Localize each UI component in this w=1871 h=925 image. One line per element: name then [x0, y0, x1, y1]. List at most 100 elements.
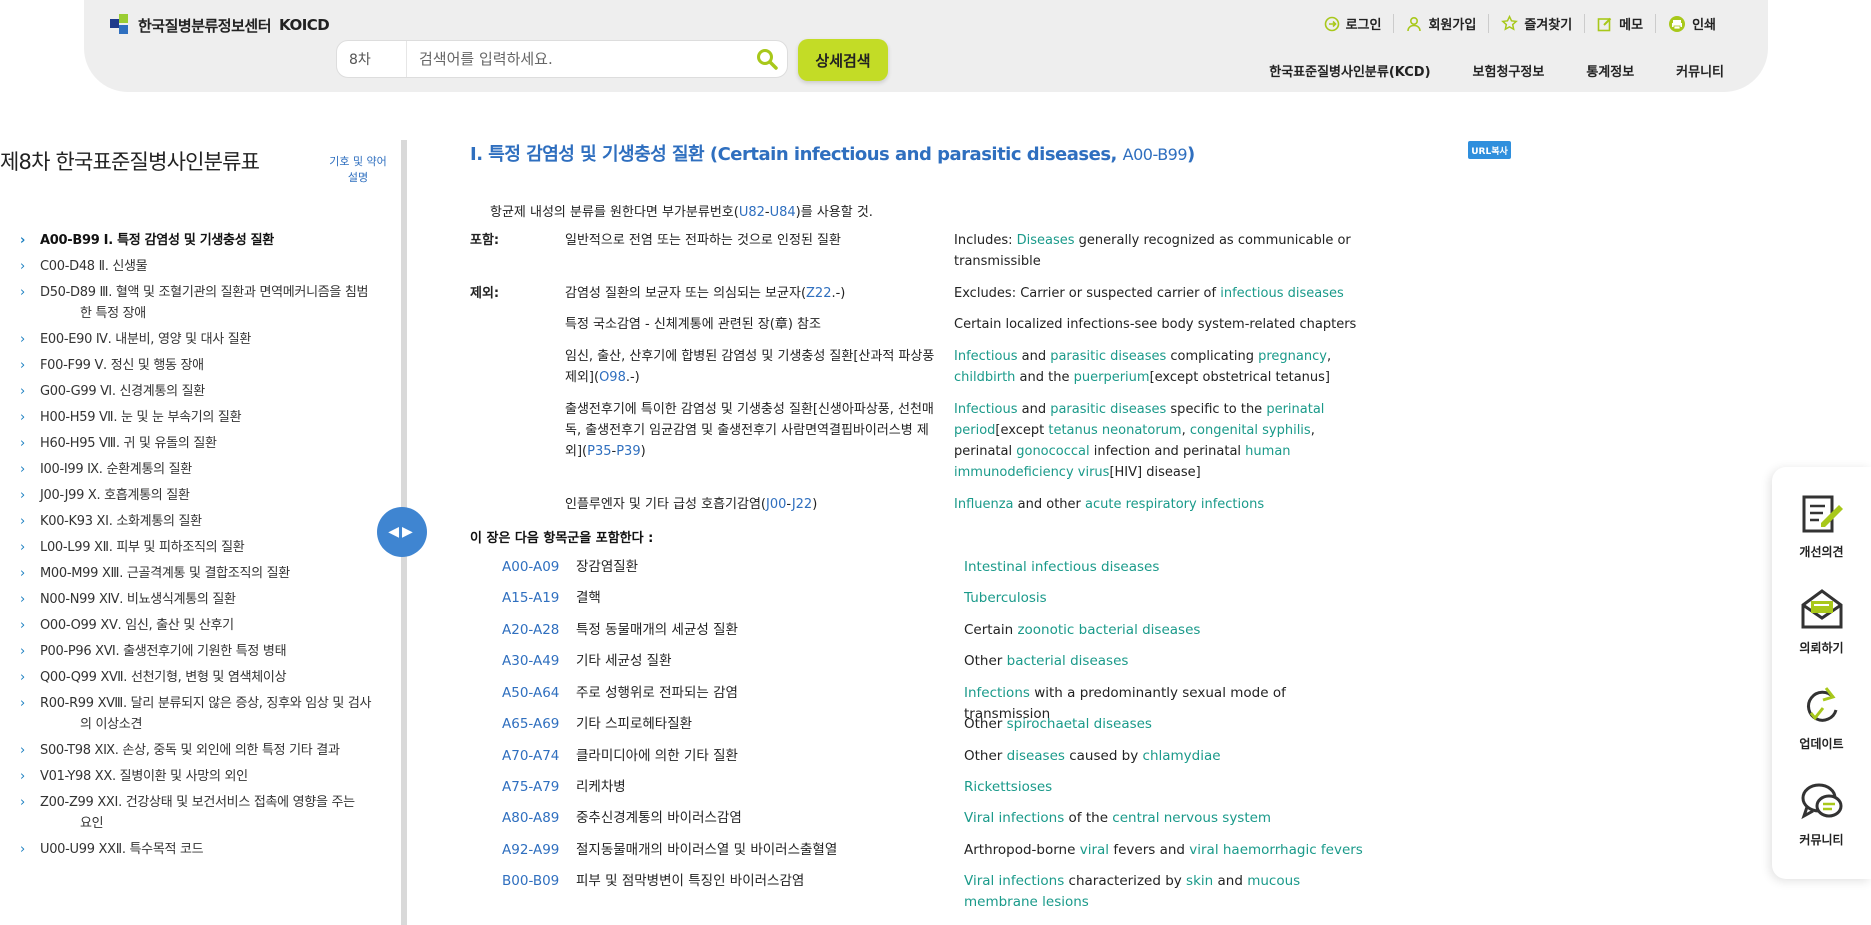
term-link[interactable]: Tuberculosis	[964, 590, 1047, 606]
chapter-item[interactable]: › I00-I99 Ⅸ. 순환계통의 질환	[20, 459, 400, 480]
nav-statistics[interactable]: 통계정보	[1565, 61, 1655, 80]
chapter-item[interactable]: › G00-G99 Ⅵ. 신경계통의 질환	[20, 381, 400, 402]
chapter-item[interactable]: › O00-O99 ⅩⅤ. 임신, 출산 및 산후기	[20, 615, 400, 636]
search-icon[interactable]	[747, 41, 787, 77]
term-link[interactable]: Rickettsioses	[964, 779, 1052, 795]
term-link[interactable]: central nervous system	[1112, 810, 1271, 826]
term-link[interactable]: Intestinal infectious diseases	[964, 559, 1159, 575]
print-link[interactable]: 인쇄	[1655, 14, 1728, 33]
search-input[interactable]	[407, 42, 747, 76]
favorites-link[interactable]: 즐겨찾기	[1488, 14, 1584, 33]
code-link[interactable]: J22	[792, 497, 812, 512]
code-link[interactable]: Z22	[806, 286, 831, 301]
chapter-item-label-cont: 한 특정 장애	[80, 306, 146, 321]
chapter-item[interactable]: › P00-P96 ⅩⅥ. 출생전후기에 기원한 특정 병태	[20, 641, 400, 662]
chevron-right-icon: ›	[20, 436, 25, 451]
site-logo[interactable]: 한국질병분류정보센터 KOICD	[110, 14, 330, 36]
url-copy-button[interactable]: URL복사	[1468, 141, 1511, 159]
chapter-item[interactable]: › A00-B99 I. 특정 감염성 및 기생충성 질환	[20, 230, 400, 251]
text-run: caused by	[1064, 748, 1143, 764]
term-link[interactable]: tetanus neonatorum	[1048, 423, 1181, 438]
excludes-ko-5: 인플루엔자 및 기타 급성 호흡기감염(J00-J22)	[565, 497, 818, 512]
nav-insurance[interactable]: 보험청구정보	[1452, 61, 1566, 80]
chapter-item[interactable]: › S00-T98 ⅩⅨ. 손상, 중독 및 외인에 의한 특정 기타 결과	[20, 740, 400, 761]
chapter-item[interactable]: › Q00-Q99 ⅩⅦ. 선천기형, 변형 및 염색체이상	[20, 667, 400, 688]
code-link[interactable]: P39	[616, 444, 640, 459]
term-link[interactable]: Infectious	[954, 349, 1017, 364]
text-run: Other	[964, 716, 1007, 732]
term-link[interactable]: bacterial diseases	[1007, 653, 1129, 669]
block-name-ko: 특정 동물매개의 세균성 질환	[576, 622, 738, 638]
term-link[interactable]: diseases	[1007, 748, 1065, 764]
logo-text: 한국질병분류정보센터	[138, 16, 272, 35]
term-link[interactable]: viral haemorrhagic fevers	[1189, 842, 1363, 858]
code-link[interactable]: O98	[599, 370, 626, 385]
text-run: complicating	[1166, 349, 1259, 364]
term-link[interactable]: acute respiratory infections	[1085, 497, 1264, 512]
term-link[interactable]: spirochaetal diseases	[1007, 716, 1152, 732]
community-button[interactable]: 커뮤니티	[1772, 779, 1871, 848]
term-link[interactable]: Infections	[964, 685, 1030, 701]
term-link[interactable]: infectious diseases	[1220, 286, 1344, 301]
chapter-item[interactable]: › E00-E90 Ⅳ. 내분비, 영양 및 대사 질환	[20, 329, 400, 350]
chapter-item[interactable]: › F00-F99 Ⅴ. 정신 및 행동 장애	[20, 355, 400, 376]
code-link[interactable]: J00	[766, 497, 786, 512]
term-link[interactable]: chlamydiae	[1143, 748, 1221, 764]
term-link[interactable]: Infectious	[954, 402, 1017, 417]
term-link[interactable]: puerperium	[1074, 370, 1150, 385]
chapter-title: I. 특정 감염성 및 기생충성 질환 (Certain infectious …	[470, 144, 1195, 165]
feedback-button[interactable]: 개선의견	[1772, 491, 1871, 560]
global-nav: 한국표준질병사인분류(KCD) 보험청구정보 통계정보 커뮤니티	[1248, 61, 1724, 80]
signup-link[interactable]: 회원가입	[1393, 14, 1488, 33]
chapter-item-label: H00-H59 Ⅶ. 눈 및 눈 부속기의 질환	[40, 410, 242, 425]
chapter-item[interactable]: › R00-R99 ⅩⅧ. 달리 분류되지 않은 증상, 징후와 임상 및 검사 의…	[20, 693, 400, 735]
sidebar-toggle-button[interactable]: ◀▶	[377, 507, 427, 557]
chapter-item[interactable]: › N00-N99 ⅩⅣ. 비뇨생식계통의 질환	[20, 589, 400, 610]
term-link[interactable]: pregnancy	[1258, 349, 1327, 364]
term-link[interactable]: childbirth	[954, 370, 1015, 385]
legend-link[interactable]: 기호 및 약어 설명	[322, 154, 394, 186]
chapter-item[interactable]: › Z00-Z99 ⅩⅩⅠ. 건강상태 및 보건서비스 접촉에 영향을 주는 요인	[20, 792, 400, 834]
block-name-ko: 절지동물매개의 바이러스열 및 바이러스출혈열	[576, 842, 838, 858]
logo-mark-icon	[110, 14, 132, 36]
chapter-item[interactable]: › H60-H95 Ⅷ. 귀 및 유돌의 질환	[20, 433, 400, 454]
term-link[interactable]: Influenza	[954, 497, 1014, 512]
chapter-item[interactable]: › L00-L99 ⅩⅡ. 피부 및 피하조직의 질환	[20, 537, 400, 558]
chapter-item[interactable]: › V01-Y98 ⅩⅩ. 질병이환 및 사망의 외인	[20, 766, 400, 787]
chapter-item[interactable]: › K00-K93 ⅩⅠ. 소화계통의 질환	[20, 511, 400, 532]
chapter-item[interactable]: › U00-U99 ⅩⅩⅡ. 특수목적 코드	[20, 839, 400, 860]
block-name-en: Viral infections of the central nervous …	[964, 808, 1374, 829]
chapter-item[interactable]: › D50-D89 Ⅲ. 혈액 및 조혈기관의 질환과 면역메커니즘을 침범 한 특…	[20, 282, 400, 324]
term-link[interactable]: Viral infections	[964, 873, 1064, 889]
chapter-content: I. 특정 감염성 및 기생충성 질환 (Certain infectious …	[470, 140, 1520, 166]
detail-search-button[interactable]: 상세검색	[798, 39, 888, 81]
text-run: and	[1213, 873, 1248, 889]
memo-link[interactable]: 메모	[1584, 14, 1655, 33]
chapter-item[interactable]: › H00-H59 Ⅶ. 눈 및 눈 부속기의 질환	[20, 407, 400, 428]
text-run: Other	[964, 748, 1007, 764]
chapter-item[interactable]: › J00-J99 Ⅹ. 호흡계통의 질환	[20, 485, 400, 506]
chapter-code-start[interactable]: A00	[1123, 145, 1153, 164]
term-link[interactable]: viral	[1080, 842, 1109, 858]
login-link[interactable]: 로그인	[1312, 14, 1394, 33]
term-link[interactable]: parasitic diseases	[1050, 402, 1166, 417]
term-link[interactable]: skin	[1186, 873, 1213, 889]
code-link[interactable]: U84	[770, 205, 796, 220]
chapter-item[interactable]: › C00-D48 Ⅱ. 신생물	[20, 256, 400, 277]
term-link[interactable]: parasitic diseases	[1050, 349, 1166, 364]
term-link[interactable]: zoonotic bacterial diseases	[1017, 622, 1200, 638]
request-button[interactable]: 의뢰하기	[1772, 587, 1871, 656]
chapter-item[interactable]: › M00-M99 ⅩⅢ. 근골격계통 및 결합조직의 질환	[20, 563, 400, 584]
nav-community[interactable]: 커뮤니티	[1655, 61, 1724, 80]
code-link[interactable]: P35	[587, 444, 611, 459]
code-link[interactable]: U82	[739, 205, 765, 220]
nav-kcd[interactable]: 한국표준질병사인분류(KCD)	[1248, 61, 1451, 80]
chapter-code-end[interactable]: B99	[1157, 145, 1187, 164]
chapter-note: 항균제 내성의 분류를 원한다면 부가분류번호(U82-U84)를 사용할 것.	[490, 205, 873, 220]
term-link[interactable]: congenital syphilis	[1190, 423, 1311, 438]
term-link[interactable]: gonococcal	[1016, 444, 1089, 459]
term-link[interactable]: Diseases	[1017, 233, 1075, 248]
term-link[interactable]: Viral infections	[964, 810, 1064, 826]
edition-select[interactable]: 8차	[337, 41, 407, 77]
update-button[interactable]: 업데이트	[1772, 683, 1871, 752]
